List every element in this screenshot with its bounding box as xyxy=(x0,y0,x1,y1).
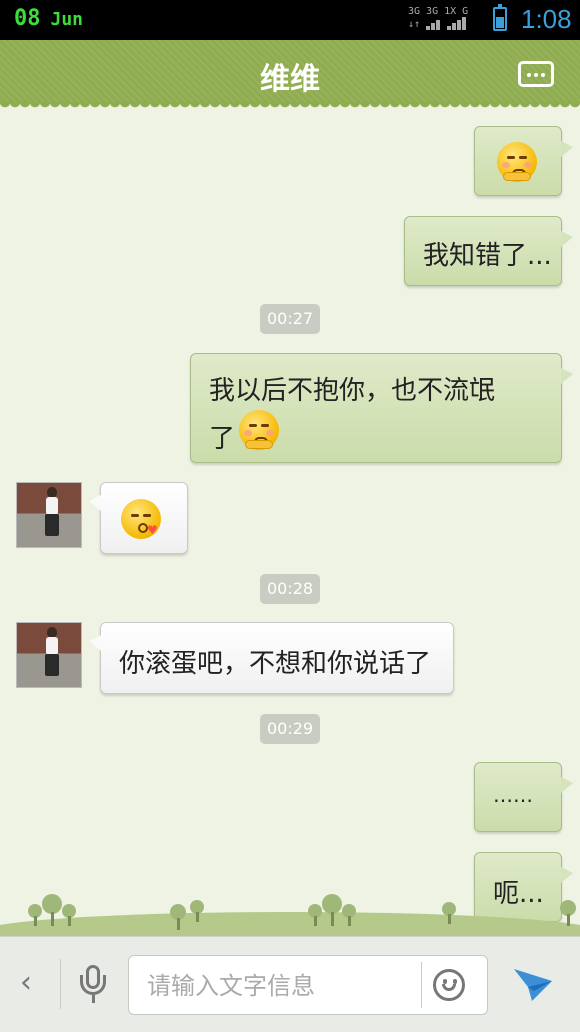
network-type-label: 3G 3G 1X G xyxy=(408,6,469,17)
message-bubble-incoming[interactable]: 你滚蛋吧，不想和你说话了 xyxy=(89,622,454,694)
divider xyxy=(60,959,61,1009)
message-text: 我以后不抱你，也不流氓 xyxy=(209,376,496,406)
status-day: 08 xyxy=(14,6,41,31)
send-plane-icon[interactable] xyxy=(510,961,556,1007)
message-timestamp: 00:28 xyxy=(260,574,320,604)
message-bubble-outgoing[interactable] xyxy=(474,126,573,196)
message-text: 我知错了... xyxy=(423,241,552,271)
microphone-icon[interactable] xyxy=(80,965,106,1003)
battery-level xyxy=(496,17,504,28)
divider xyxy=(421,962,422,1008)
avatar[interactable] xyxy=(16,622,82,688)
status-month: Jun xyxy=(50,9,84,30)
message-bubble-outgoing[interactable]: …… xyxy=(474,762,573,832)
avatar[interactable] xyxy=(16,482,82,548)
status-bar: 08 Jun 3G 3G 1X G ↓↑ 1:08 xyxy=(0,0,580,40)
signal-bars-icon: ↓↑ xyxy=(408,17,468,30)
kiss-face-icon: ♥ xyxy=(121,499,161,539)
message-bubble-outgoing[interactable]: 我以后不抱你，也不流氓 了 xyxy=(190,353,573,463)
message-text-line2: 了 xyxy=(209,424,236,454)
message-timestamp: 00:29 xyxy=(260,714,320,744)
battery-icon xyxy=(493,4,507,31)
contact-name: 维维 xyxy=(260,62,320,97)
message-input-box[interactable] xyxy=(128,955,488,1015)
input-bar: ‹ xyxy=(0,936,580,1032)
chevron-left-icon[interactable]: ‹ xyxy=(20,965,32,1000)
message-text: …… xyxy=(493,783,533,807)
embarrassed-face-icon xyxy=(497,142,537,182)
message-list[interactable]: 我知错了... 00:27 我以后不抱你，也不流氓 了 ♥ 00:28 你滚蛋吧… xyxy=(0,110,580,930)
message-input[interactable] xyxy=(145,966,419,1006)
network-indicator: 3G 3G 1X G ↓↑ xyxy=(408,6,468,30)
more-dots-icon[interactable] xyxy=(518,61,554,87)
message-bubble-outgoing[interactable]: 我知错了... xyxy=(404,216,573,286)
status-time: 1:08 xyxy=(521,4,572,34)
embarrassed-face-icon xyxy=(239,410,279,450)
smiley-icon[interactable] xyxy=(433,969,465,1001)
message-timestamp: 00:27 xyxy=(260,304,320,334)
message-text: 你滚蛋吧，不想和你说话了 xyxy=(119,649,432,679)
status-date: 08 Jun xyxy=(14,6,83,31)
chat-header: 维维 xyxy=(0,40,580,110)
message-bubble-incoming[interactable]: ♥ xyxy=(89,482,188,554)
background-scenery xyxy=(0,890,580,952)
